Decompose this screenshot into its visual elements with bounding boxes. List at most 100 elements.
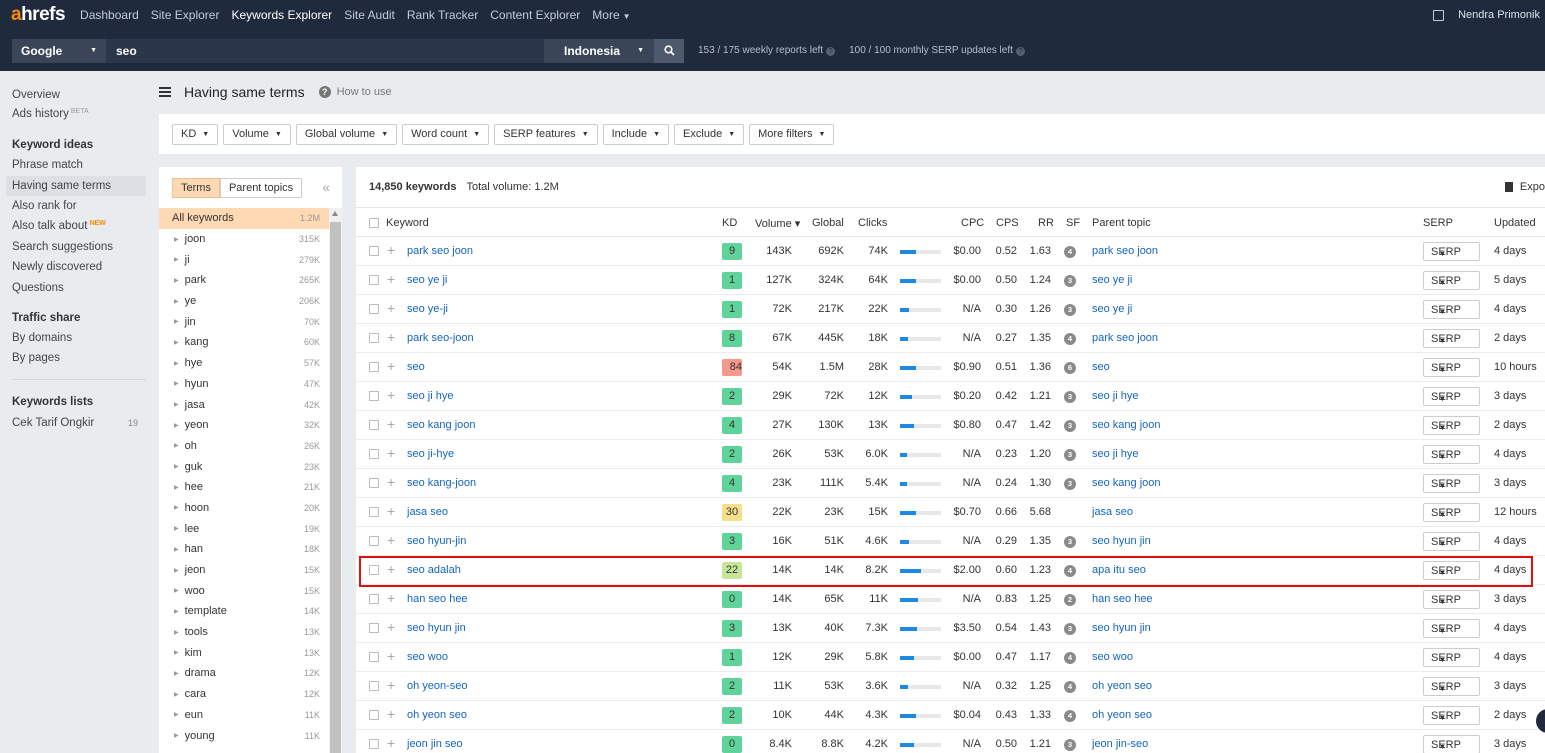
term-item[interactable]: ▶ kim 13K — [159, 642, 329, 663]
keyword-link[interactable]: park seo-joon — [407, 332, 474, 344]
serp-features-badge[interactable]: 4 — [1064, 652, 1076, 664]
search-button[interactable] — [654, 38, 684, 63]
expand-arrow-icon[interactable]: ▶ — [174, 339, 179, 346]
expand-arrow-icon[interactable]: ▶ — [174, 484, 179, 491]
parent-topic-link[interactable]: jeon jin-seo — [1092, 738, 1148, 750]
notification-icon[interactable] — [1433, 9, 1445, 21]
keyword-search-input[interactable]: seo — [106, 38, 544, 63]
expand-arrow-icon[interactable]: ▶ — [174, 277, 179, 284]
add-to-list-icon[interactable]: + — [387, 242, 395, 258]
keyword-link[interactable]: seo kang-joon — [407, 477, 476, 489]
serp-button[interactable]: SERP ▼ — [1423, 474, 1480, 493]
parent-topic-link[interactable]: seo ji hye — [1092, 390, 1138, 402]
help-icon[interactable]: ? — [1015, 47, 1025, 56]
keyword-link[interactable]: seo ye ji — [407, 274, 447, 286]
row-checkbox[interactable] — [369, 681, 379, 691]
add-to-list-icon[interactable]: + — [387, 648, 395, 664]
ahrefs-logo[interactable]: ahrefs — [11, 0, 66, 30]
term-item[interactable]: ▶ guk 23K — [159, 456, 329, 477]
term-item[interactable]: ▶ ji 279K — [159, 249, 329, 270]
expand-arrow-icon[interactable]: ▶ — [174, 442, 179, 449]
serp-features-badge[interactable]: 3 — [1064, 739, 1076, 751]
serp-button[interactable]: SERP ▼ — [1423, 271, 1480, 290]
keyword-link[interactable]: oh yeon-seo — [407, 680, 468, 692]
select-all-checkbox[interactable] — [369, 218, 379, 228]
expand-arrow-icon[interactable]: ▶ — [174, 587, 179, 594]
filter-include[interactable]: Include ▼ — [602, 123, 670, 145]
expand-arrow-icon[interactable]: ▶ — [174, 629, 179, 636]
help-icon[interactable]: ? — [826, 47, 836, 56]
add-to-list-icon[interactable]: + — [387, 358, 395, 374]
parent-topic-link[interactable]: seo kang joon — [1092, 477, 1161, 489]
serp-button[interactable]: SERP ▼ — [1423, 503, 1480, 522]
expand-arrow-icon[interactable]: ▶ — [174, 422, 179, 429]
row-checkbox[interactable] — [369, 420, 379, 430]
expand-arrow-icon[interactable]: ▶ — [174, 670, 179, 677]
serp-features-badge[interactable]: 3 — [1064, 304, 1076, 316]
serp-button[interactable]: SERP ▼ — [1423, 387, 1480, 406]
filter-volume[interactable]: Volume ▼ — [223, 123, 291, 145]
sidebar-item-search-suggestions[interactable]: Search suggestions — [12, 241, 113, 253]
nav-content-explorer[interactable]: Content Explorer — [490, 8, 580, 22]
expand-arrow-icon[interactable]: ▶ — [174, 380, 179, 387]
col-cps[interactable]: CPS — [996, 217, 1019, 229]
serp-button[interactable]: SERP ▼ — [1423, 329, 1480, 348]
add-to-list-icon[interactable]: + — [387, 619, 395, 635]
serp-button[interactable]: SERP ▼ — [1423, 648, 1480, 667]
parent-topic-link[interactable]: park seo joon — [1092, 245, 1158, 257]
row-checkbox[interactable] — [369, 739, 379, 749]
serp-button[interactable]: SERP ▼ — [1423, 416, 1480, 435]
row-checkbox[interactable] — [369, 478, 379, 488]
expand-arrow-icon[interactable]: ▶ — [174, 546, 179, 553]
term-item[interactable]: ▶ jin 70K — [159, 311, 329, 332]
expand-arrow-icon[interactable]: ▶ — [174, 691, 179, 698]
row-checkbox[interactable] — [369, 362, 379, 372]
row-checkbox[interactable] — [369, 594, 379, 604]
nav-site-explorer[interactable]: Site Explorer — [151, 8, 220, 22]
parent-topic-link[interactable]: jasa seo — [1092, 506, 1133, 518]
col-parent-topic[interactable]: Parent topic — [1092, 217, 1151, 229]
keyword-link[interactable]: seo adalah — [407, 564, 461, 576]
parent-topic-link[interactable]: han seo hee — [1092, 593, 1153, 605]
add-to-list-icon[interactable]: + — [387, 271, 395, 287]
scrollbar[interactable] — [329, 208, 342, 753]
term-item[interactable]: ▶ park 265K — [159, 270, 329, 291]
parent-topic-link[interactable]: seo ye ji — [1092, 303, 1132, 315]
expand-arrow-icon[interactable]: ▶ — [174, 256, 179, 263]
expand-arrow-icon[interactable]: ▶ — [174, 732, 179, 739]
row-checkbox[interactable] — [369, 275, 379, 285]
keyword-link[interactable]: oh yeon seo — [407, 709, 467, 721]
parent-topic-link[interactable]: oh yeon seo — [1092, 680, 1152, 692]
sidebar-item-by-domains[interactable]: By domains — [12, 332, 72, 344]
keyword-link[interactable]: jasa seo — [407, 506, 448, 518]
term-item[interactable]: ▶ oh 26K — [159, 436, 329, 457]
col-keyword[interactable]: Keyword — [386, 217, 429, 229]
expand-arrow-icon[interactable]: ▶ — [174, 318, 179, 325]
sidebar-item-ads-history[interactable]: Ads history BETA — [12, 108, 89, 120]
term-item[interactable]: ▶ hyun 47K — [159, 374, 329, 395]
sidebar-item-also-talk-about[interactable]: Also talk about NEW — [12, 220, 106, 232]
row-checkbox[interactable] — [369, 536, 379, 546]
how-to-use-link[interactable]: How to use — [337, 86, 392, 98]
nav-rank-tracker[interactable]: Rank Tracker — [407, 8, 478, 22]
filter-word-count[interactable]: Word count ▼ — [402, 123, 490, 145]
filter-kd[interactable]: KD ▼ — [172, 123, 219, 145]
add-to-list-icon[interactable]: + — [387, 503, 395, 519]
scrollbar-thumb[interactable] — [330, 222, 341, 753]
tab-terms[interactable]: Terms — [172, 178, 220, 198]
parent-topic-link[interactable]: seo woo — [1092, 651, 1133, 663]
row-checkbox[interactable] — [369, 304, 379, 314]
row-checkbox[interactable] — [369, 623, 379, 633]
term-item[interactable]: ▶ tools 13K — [159, 622, 329, 643]
add-to-list-icon[interactable]: + — [387, 474, 395, 490]
serp-features-badge[interactable]: 3 — [1064, 391, 1076, 403]
keyword-link[interactable]: seo ji hye — [407, 390, 453, 402]
keyword-link[interactable]: seo — [407, 361, 425, 373]
serp-features-badge[interactable]: 4 — [1064, 565, 1076, 577]
add-to-list-icon[interactable]: + — [387, 532, 395, 548]
sidebar-item-questions[interactable]: Questions — [12, 282, 64, 294]
parent-topic-link[interactable]: park seo joon — [1092, 332, 1158, 344]
keyword-link[interactable]: han seo hee — [407, 593, 468, 605]
term-item[interactable]: ▶ eun 11K — [159, 705, 329, 726]
col-cpc[interactable]: CPC — [961, 217, 984, 229]
